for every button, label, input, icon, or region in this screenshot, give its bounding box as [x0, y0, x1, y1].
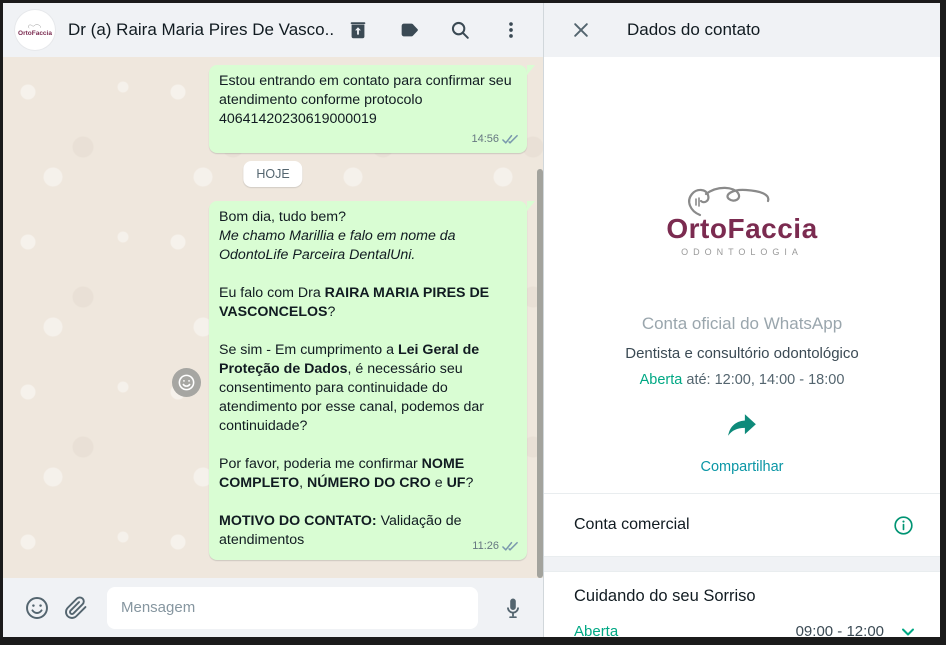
contact-info-header: Dados do contato [544, 3, 940, 57]
chat-header[interactable]: OrtoFaccia Dr (a) Raira Maria Pires De V… [3, 3, 543, 57]
message-text: Estou entrando em contato para confirmar… [219, 73, 512, 127]
microphone-icon[interactable] [499, 594, 527, 622]
contact-info-panel: Dados do contato OrtoFaccia ODONTOLOGIA … [544, 3, 940, 637]
chat-panel: OrtoFaccia Dr (a) Raira Maria Pires De V… [3, 3, 544, 637]
close-icon[interactable] [570, 19, 592, 41]
message-text: Por favor, poderia me confirmar [219, 456, 422, 472]
share-forward-icon [728, 414, 756, 436]
message-text: e [430, 475, 447, 491]
business-logo: OrtoFaccia ODONTOLOGIA [544, 185, 940, 257]
message-text-bold: UF [446, 475, 466, 491]
official-account-label: Conta oficial do WhatsApp [641, 314, 843, 333]
menu-kebab-icon[interactable] [499, 18, 523, 42]
date-divider: HOJE [243, 161, 303, 187]
share-label: Compartilhar [700, 459, 784, 475]
business-tagline: ODONTOLOGIA [681, 247, 803, 257]
contact-info-body: OrtoFaccia ODONTOLOGIA Conta oficial do … [544, 57, 940, 637]
message-meta: 11:26 [472, 537, 519, 556]
whatsapp-window: OrtoFaccia Dr (a) Raira Maria Pires De V… [3, 3, 940, 637]
message-bubble: Estou entrando em contato para confirmar… [209, 65, 535, 153]
avatar-brand-text: OrtoFaccia [18, 30, 52, 37]
message-text-bold: NÚMERO DO CRO [307, 475, 431, 491]
message-text: Bom dia, tudo bem? [219, 209, 346, 225]
chat-contact-title: Dr (a) Raira Maria Pires De Vasco... [68, 20, 333, 39]
contact-avatar[interactable]: OrtoFaccia [15, 10, 55, 50]
hours-text: até: 12:00, 14:00 - 18:00 [686, 372, 845, 388]
business-account-label: Conta comercial [574, 516, 690, 533]
message-text-bold: MOTIVO DO CONTATO: [219, 513, 377, 529]
hours-range: 09:00 - 12:00 [795, 623, 884, 637]
trash-icon[interactable] [346, 18, 370, 42]
hours-expand-row[interactable]: Aberta 09:00 - 12:00 [574, 623, 916, 637]
attach-paperclip-icon[interactable] [62, 594, 90, 622]
message-text: , [299, 475, 308, 491]
react-emoji-button[interactable] [172, 368, 201, 397]
chat-header-actions [346, 18, 529, 42]
business-bio: Cuidando do seu Sorriso [574, 587, 756, 605]
business-account-row: Conta comercial [544, 494, 940, 556]
panel-title: Dados do contato [627, 20, 761, 39]
double-check-icon [502, 541, 518, 551]
business-hours-summary: Aberta até: 12:00, 14:00 - 18:00 [544, 372, 940, 388]
business-category: Dentista e consultório odontológico [625, 345, 859, 362]
search-icon[interactable] [448, 18, 472, 42]
message-bubble: Bom dia, tudo bem? Me chamo Marillia e f… [209, 201, 535, 560]
message-text: ? [327, 304, 336, 320]
section-separator [544, 556, 940, 572]
chat-message-area: Estou entrando em contato para confirmar… [3, 57, 543, 578]
message-meta: 14:56 [471, 130, 519, 149]
message-text: Eu falo com Dra [219, 285, 325, 301]
chat-scrollbar-thumb[interactable] [537, 169, 543, 578]
message-time: 11:26 [472, 540, 499, 552]
open-status: Aberta [574, 623, 619, 637]
double-check-icon [502, 134, 518, 144]
message-text: Se sim - Em cumprimento a [219, 342, 398, 358]
emoji-icon[interactable] [23, 594, 51, 622]
message-composer [3, 578, 543, 637]
ortofaccia-logo-swirl [28, 24, 41, 29]
business-name: OrtoFaccia [666, 213, 818, 244]
message-text: ? [465, 475, 474, 491]
message-text-italic: Me chamo Marillia e falo em nome da Odon… [219, 228, 456, 263]
open-status: Aberta [639, 372, 683, 388]
info-icon[interactable] [893, 515, 914, 536]
chevron-down-icon [902, 628, 914, 635]
message-time: 14:56 [471, 133, 499, 145]
label-icon[interactable] [397, 18, 421, 42]
share-button[interactable]: Compartilhar [544, 413, 940, 475]
message-input[interactable] [107, 586, 478, 629]
